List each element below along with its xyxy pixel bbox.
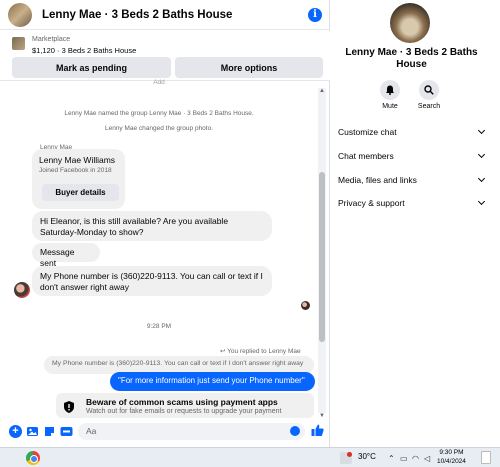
group-avatar[interactable]	[8, 2, 32, 27]
image-icon[interactable]	[26, 425, 39, 438]
thumbs-up-icon[interactable]	[311, 424, 324, 437]
chat-pane: Lenny Mae · 3 Beds 2 Baths House i Marke…	[0, 0, 330, 447]
row-label: Privacy & support	[338, 198, 405, 208]
message-bubble[interactable]: Message sent	[32, 243, 100, 268]
bell-icon[interactable]	[380, 80, 400, 100]
chat-title[interactable]: Lenny Mae · 3 Beds 2 Baths House	[42, 9, 308, 21]
plus-icon[interactable]: +	[9, 425, 22, 438]
my-message-bubble[interactable]: "For more information just send your Pho…	[110, 372, 315, 391]
replied-label: ↩ You replied to Lenny Mae	[220, 347, 301, 355]
seen-indicator-avatar	[301, 301, 310, 310]
notification-icon[interactable]	[481, 451, 491, 464]
group-photo[interactable]	[390, 3, 430, 43]
listing-summary[interactable]: $1,120 · 3 Beds 2 Baths House	[32, 46, 136, 55]
mute-label: Mute	[382, 103, 398, 110]
chevron-down-icon	[477, 197, 486, 206]
media-files-links-row[interactable]: Media, files and links	[338, 174, 486, 185]
buyer-card: Lenny Mae Williams Joined Facebook in 20…	[32, 149, 125, 209]
chrome-icon[interactable]	[26, 451, 40, 465]
sticker-icon[interactable]	[43, 425, 56, 438]
clock-date: 10/4/2024	[437, 457, 466, 465]
group-named-notice: Lenny Mae named the group Lenny Mae · 3 …	[64, 110, 254, 117]
search-label: Search	[417, 103, 441, 110]
buyer-joined: Joined Facebook in 2018	[39, 167, 112, 174]
truncated-text: Add	[153, 79, 165, 86]
system-clock[interactable]: 9:30 PM 10/4/2024	[437, 449, 466, 466]
chat-info-pane: Lenny Mae · 3 Beds 2 Baths House Mute Se…	[331, 0, 500, 447]
mute-action[interactable]: Mute	[375, 80, 405, 110]
mark-as-pending-button[interactable]: Mark as pending	[12, 57, 171, 78]
replied-text: You replied to Lenny Mae	[227, 348, 301, 355]
sender-avatar[interactable]	[14, 282, 30, 298]
weather-icon[interactable]	[340, 452, 352, 464]
row-label: Customize chat	[338, 127, 397, 137]
message-timestamp: 9:28 PM	[146, 323, 172, 330]
scam-warning-title: Beware of common scams using payment app…	[86, 397, 278, 407]
search-icon[interactable]	[419, 80, 439, 100]
chat-members-row[interactable]: Chat members	[338, 150, 486, 161]
chat-header: Lenny Mae · 3 Beds 2 Baths House i	[0, 0, 330, 30]
privacy-support-row[interactable]: Privacy & support	[338, 197, 486, 208]
chat-scrollbar[interactable]	[318, 88, 326, 413]
chevron-up-icon[interactable]: ⌃	[388, 454, 395, 463]
info-icon[interactable]: i	[308, 7, 322, 22]
emoji-icon[interactable]	[290, 426, 300, 436]
more-options-button[interactable]: More options	[175, 57, 323, 78]
buyer-name: Lenny Mae Williams	[39, 155, 116, 165]
group-name: Lenny Mae · 3 Beds 2 Baths House	[345, 47, 478, 70]
chevron-down-icon	[477, 126, 486, 135]
scrollbar-thumb[interactable]	[319, 172, 325, 342]
row-label: Chat members	[338, 151, 394, 161]
listing-thumbnail[interactable]	[12, 37, 25, 50]
chevron-down-icon	[477, 150, 486, 159]
temperature[interactable]: 30°C	[358, 452, 376, 461]
clock-time: 9:30 PM	[439, 449, 464, 456]
network-icon[interactable]: ▭	[400, 454, 408, 463]
message-input[interactable]: Aa	[78, 423, 305, 440]
message-bubble[interactable]: Hi Eleanor, is this still available? Are…	[32, 211, 272, 241]
row-label: Media, files and links	[338, 175, 417, 185]
gif-icon[interactable]	[60, 425, 73, 438]
search-action[interactable]: Search	[414, 80, 444, 110]
message-composer: + Aa	[0, 420, 330, 444]
scam-warning[interactable]: Beware of common scams using payment app…	[56, 393, 314, 418]
message-bubble[interactable]: My Phone number is (360)220-9113. You ca…	[32, 266, 272, 296]
marketplace-label: Marketplace	[32, 36, 71, 43]
buyer-details-button[interactable]: Buyer details	[42, 184, 119, 201]
scroll-down-arrow[interactable]: ▼	[319, 413, 325, 419]
group-photo-notice: Lenny Mae changed the group photo.	[104, 125, 214, 132]
chevron-down-icon	[477, 174, 486, 183]
windows-taskbar: 30°C ⌃ ▭ ◠ ◁ 9:30 PM 10/4/2024	[0, 447, 500, 467]
customize-chat-row[interactable]: Customize chat	[338, 126, 486, 137]
wifi-icon[interactable]: ◠	[412, 454, 419, 463]
shield-icon	[64, 401, 74, 413]
scam-warning-subtitle: Watch out for fake emails or requests to…	[86, 408, 282, 415]
scroll-up-arrow[interactable]: ▲	[319, 88, 325, 94]
volume-icon[interactable]: ◁	[424, 454, 430, 463]
